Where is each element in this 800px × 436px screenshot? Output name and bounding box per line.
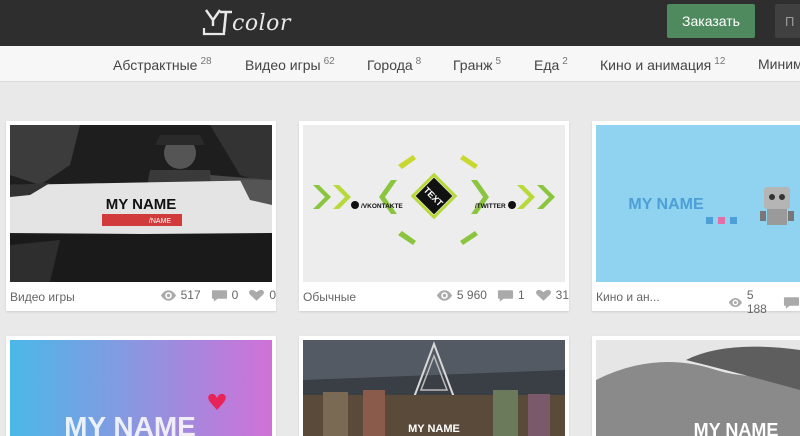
card-thumbnail[interactable]: MY NAME /NAME: [10, 125, 272, 282]
comments-count: 0: [231, 288, 239, 302]
template-card[interactable]: MY NAME Кино и ан... 5 188: [592, 121, 800, 316]
template-card[interactable]: TEXT /VKONTAKTE /TWITTER Обычные 5 960 1…: [299, 121, 569, 311]
category-grunge[interactable]: Гранж 5: [453, 56, 501, 73]
card-thumbnail[interactable]: MY NAME: [596, 340, 800, 436]
comment-icon: [497, 289, 514, 302]
card-category[interactable]: Видео игры: [10, 290, 75, 304]
category-food[interactable]: Еда 2: [534, 56, 568, 73]
eye-icon: [436, 289, 452, 301]
svg-text:MY NAME: MY NAME: [106, 196, 177, 213]
views-count: 5 188: [746, 288, 767, 316]
heart-icon: [249, 289, 265, 301]
order-button[interactable]: Заказать: [667, 4, 755, 38]
robot-banner-image: MY NAME: [596, 125, 800, 282]
smoke-banner-image: MY NAME: [596, 340, 800, 436]
card-category[interactable]: Обычные: [303, 290, 356, 304]
comment-icon: [211, 289, 227, 302]
template-card[interactable]: MY NAME /NAME Видео игры 517 0 0: [6, 121, 276, 311]
views-count: 5 960: [456, 288, 487, 302]
heart-icon: [535, 289, 551, 301]
card-thumbnail[interactable]: MY NAME: [10, 340, 272, 436]
category-abstract[interactable]: Абстрактные 28: [113, 56, 212, 73]
likes-count: 31: [555, 288, 569, 302]
card-thumbnail[interactable]: MY NAME: [303, 340, 565, 436]
category-bar: Абстрактные 28 Видео игры 62 Города 8 Гранж…: [0, 46, 800, 82]
gradient-banner-image: MY NAME: [10, 340, 272, 436]
comments-count: 1: [517, 288, 525, 302]
game-characters-banner-image: MY NAME: [303, 340, 565, 436]
template-card[interactable]: MY NAME: [592, 336, 800, 436]
search-input[interactable]: П: [775, 4, 800, 38]
card-stats: 5 960 1 31: [430, 288, 569, 302]
svg-text:MY NAME: MY NAME: [694, 420, 779, 436]
category-minimal[interactable]: Миним: [758, 56, 800, 72]
card-stats: 5 188: [722, 288, 800, 316]
card-thumbnail[interactable]: TEXT /VKONTAKTE /TWITTER: [303, 125, 565, 282]
logo-text: color: [232, 10, 291, 36]
comments-stat: 0: [211, 288, 239, 302]
card-thumbnail[interactable]: MY NAME: [596, 125, 800, 282]
views-stat: 517: [160, 288, 201, 302]
category-movies-animation[interactable]: Кино и анимация 12: [600, 56, 725, 73]
category-video-games[interactable]: Видео игры 62: [245, 56, 335, 73]
eye-icon: [160, 289, 176, 301]
template-card[interactable]: MY NAME: [299, 336, 569, 436]
download-logo-icon: [202, 9, 232, 36]
likes-stat[interactable]: 0: [248, 288, 276, 302]
category-cities[interactable]: Города 8: [367, 56, 421, 73]
eye-icon: [728, 297, 742, 307]
views-stat: 5 188: [728, 288, 773, 316]
svg-text:/TWITTER: /TWITTER: [475, 203, 506, 210]
svg-text:MY NAME: MY NAME: [408, 423, 460, 435]
card-category[interactable]: Кино и ан...: [596, 290, 660, 304]
svg-text:MY NAME: MY NAME: [64, 411, 196, 436]
views-stat: 5 960: [436, 288, 487, 302]
comment-icon: [783, 296, 800, 309]
card-stats: 517 0 0: [154, 288, 276, 302]
comments-stat: 1: [497, 288, 525, 302]
likes-stat[interactable]: 31: [535, 288, 569, 302]
logo[interactable]: color: [200, 6, 291, 40]
comments-stat: [783, 296, 800, 309]
svg-text:/VKONTAKTE: /VKONTAKTE: [361, 203, 403, 210]
template-card[interactable]: MY NAME: [6, 336, 276, 436]
svg-text:/NAME: /NAME: [149, 218, 172, 225]
likes-count: 0: [269, 288, 276, 302]
views-count: 517: [180, 288, 201, 302]
top-navigation-bar: color Заказать П: [0, 0, 800, 46]
svg-text:MY NAME: MY NAME: [628, 196, 704, 213]
grunge-banner-image: MY NAME /NAME: [10, 125, 272, 282]
geometric-banner-image: TEXT /VKONTAKTE /TWITTER: [303, 125, 565, 282]
